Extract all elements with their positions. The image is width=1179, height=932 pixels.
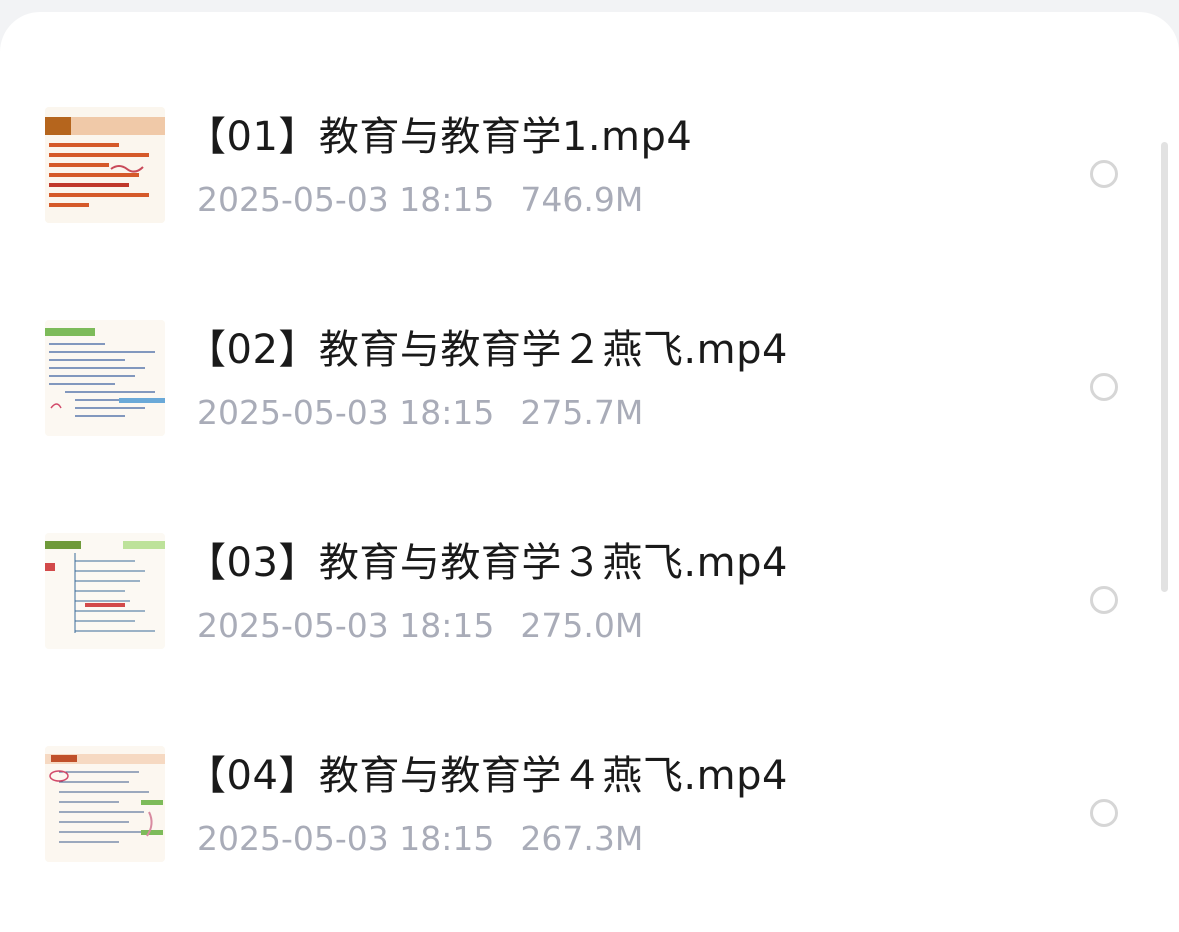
slide-thumbnail-icon [45,107,165,223]
file-name: 【04】教育与教育学４燕飞.mp4 [186,753,788,799]
select-radio[interactable] [1090,799,1118,827]
file-date: 2025-05-03 18:15 [197,606,495,645]
file-size: 275.7M [520,393,644,432]
file-size: 275.0M [520,606,644,645]
file-row[interactable]: 【02】教育与教育学２燕飞.mp4 2025-05-03 18:15 275.7M [0,225,1150,437]
mindmap-thumbnail-icon [45,746,165,862]
file-meta: 2025-05-03 18:15 267.3M [197,817,643,861]
video-thumbnail [45,320,165,436]
mindmap-thumbnail-icon [45,320,165,436]
mindmap-thumbnail-icon [45,533,165,649]
file-size: 267.3M [520,819,644,858]
file-row[interactable]: 【01】教育与教育学1.mp4 2025-05-03 18:15 746.9M [0,12,1150,224]
file-name: 【01】教育与教育学1.mp4 [186,114,693,160]
file-row[interactable]: 【04】教育与教育学４燕飞.mp4 2025-05-03 18:15 267.3M [0,651,1150,863]
file-date: 2025-05-03 18:15 [197,180,495,219]
select-radio[interactable] [1090,586,1118,614]
file-size: 746.9M [520,180,644,219]
video-thumbnail [45,746,165,862]
file-meta: 2025-05-03 18:15 275.7M [197,391,643,435]
select-radio[interactable] [1090,160,1118,188]
file-name: 【03】教育与教育学３燕飞.mp4 [186,540,788,586]
select-radio[interactable] [1090,373,1118,401]
file-date: 2025-05-03 18:15 [197,819,495,858]
file-date: 2025-05-03 18:15 [197,393,495,432]
file-meta: 2025-05-03 18:15 746.9M [197,178,643,222]
video-thumbnail [45,107,165,223]
file-row[interactable]: 【03】教育与教育学３燕飞.mp4 2025-05-03 18:15 275.0M [0,438,1150,650]
file-meta: 2025-05-03 18:15 275.0M [197,604,643,648]
video-thumbnail [45,533,165,649]
file-name: 【02】教育与教育学２燕飞.mp4 [186,327,788,373]
file-list-panel: 【01】教育与教育学1.mp4 2025-05-03 18:15 746.9M [0,12,1179,932]
scrollbar[interactable] [1161,142,1168,592]
